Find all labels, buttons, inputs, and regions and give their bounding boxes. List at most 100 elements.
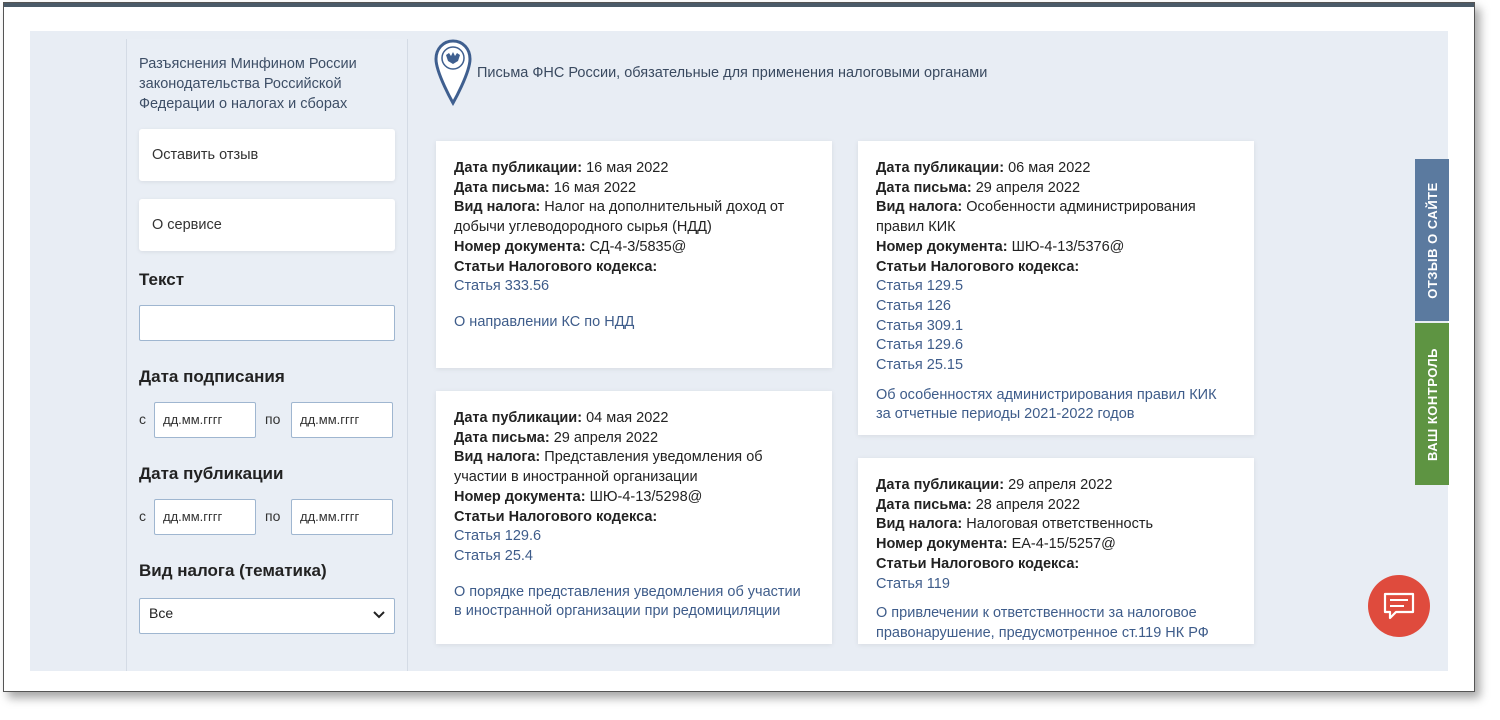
letter-date-label: Дата письма: <box>876 496 972 513</box>
letter-description-link[interactable]: О порядке представления уведомления об у… <box>454 583 814 622</box>
doc-number-label: Номер документа: <box>876 536 1008 553</box>
text-filter-label: Текст <box>139 270 185 289</box>
article-link[interactable]: Статья 25.4 <box>454 547 814 567</box>
articles-label-text: Статьи Налогового кодекса: <box>454 258 658 275</box>
tax-type-value-cont: правил КИК <box>876 219 956 236</box>
article-link[interactable]: Статья 129.6 <box>454 527 814 547</box>
articles-label: Статьи Налогового кодекса: <box>454 508 814 528</box>
article-link[interactable]: Статья 119 <box>876 575 1236 595</box>
letter-date-value: 29 апреля 2022 <box>553 429 659 446</box>
doc-number-row: Номер документа: СД-4-3/5835@ <box>454 238 814 258</box>
tax-type-label: Вид налога (тематика) <box>139 561 327 580</box>
chat-bubble-icon <box>1383 592 1415 620</box>
pub-date-value: 16 мая 2022 <box>586 160 669 176</box>
tax-type-value-cont: участии в иностранной организации <box>454 469 698 486</box>
article-link[interactable]: Статья 25.15 <box>876 356 1236 376</box>
pub-date-row: Дата публикации: 06 мая 2022 <box>876 159 1236 179</box>
fns-emblem-pin-icon <box>434 39 472 107</box>
tax-type-row: Вид налога: Особенности администрировани… <box>876 198 1236 218</box>
publication-date-from-input[interactable]: дд.мм.гггг <box>154 499 256 535</box>
to-label: по <box>265 411 281 427</box>
description-line: за отчетные периоды 2021-2022 годов <box>876 406 1135 423</box>
letter-description-link[interactable]: О привлечении к ответственности за налог… <box>876 604 1236 643</box>
your-control-tab-label: ВАШ КОНТРОЛЬ <box>1424 347 1440 461</box>
page-header-title: Письма ФНС России, обязательные для прим… <box>477 65 988 81</box>
description-line: правонарушение, предусмотренное ст.119 Н… <box>876 624 1209 641</box>
leave-feedback-button[interactable]: Оставить отзыв <box>139 129 395 181</box>
articles-label-text: Статьи Налогового кодекса: <box>454 508 658 525</box>
article-link[interactable]: Статья 129.5 <box>876 277 1236 297</box>
doc-number-value: ЕА-4-15/5257@ <box>1011 536 1116 553</box>
pub-date-value: 04 мая 2022 <box>586 410 669 426</box>
doc-number-label: Номер документа: <box>876 238 1008 255</box>
doc-number-value: ШЮ-4-13/5298@ <box>589 488 703 505</box>
articles-label: Статьи Налогового кодекса: <box>876 258 1236 278</box>
site-feedback-tab-label: ОТЗЫВ О САЙТЕ <box>1424 181 1440 299</box>
description-line: О привлечении к ответственности за налог… <box>876 605 1197 622</box>
pub-date-row: Дата публикации: 29 апреля 2022 <box>876 476 1236 496</box>
letter-description-link[interactable]: Об особенностях администрирования правил… <box>876 386 1236 425</box>
tax-type-value-cont: добычи углеводородного сырья (НДД) <box>454 219 712 236</box>
articles-label: Статьи Налогового кодекса: <box>454 258 814 278</box>
letter-date-row: Дата письма: 16 мая 2022 <box>454 179 814 199</box>
letter-card[interactable]: Дата публикации: 16 мая 2022 Дата письма… <box>436 141 832 368</box>
letter-date-label: Дата письма: <box>454 429 550 446</box>
description-line: Об особенностях администрирования правил… <box>876 386 1217 403</box>
pub-date-label: Дата публикации: <box>454 160 583 176</box>
sidebar-title: Разъяснения Минфином России законодатель… <box>139 56 357 112</box>
pub-date-row: Дата публикации: 16 мая 2022 <box>454 159 814 179</box>
tax-type-row: Вид налога: Налог на дополнительный дохо… <box>454 198 814 218</box>
pub-date-label: Дата публикации: <box>876 160 1005 176</box>
doc-number-label: Номер документа: <box>454 238 586 255</box>
pub-date-label: Дата публикации: <box>876 477 1005 493</box>
doc-number-row: Номер документа: ШЮ-4-13/5376@ <box>876 238 1236 258</box>
letter-date-row: Дата письма: 29 апреля 2022 <box>454 429 814 449</box>
letter-card[interactable]: Дата публикации: 29 апреля 2022 Дата пис… <box>858 458 1254 644</box>
article-link[interactable]: Статья 309.1 <box>876 317 1236 337</box>
site-feedback-tab[interactable]: ОТЗЫВ О САЙТЕ <box>1415 159 1449 321</box>
articles-label: Статьи Налогового кодекса: <box>876 555 1236 575</box>
articles-label-text: Статьи Налогового кодекса: <box>876 258 1080 275</box>
doc-number-label: Номер документа: <box>454 488 586 505</box>
tax-type-row: Вид налога: Налоговая ответственность <box>876 515 1236 535</box>
article-link[interactable]: Статья 333.56 <box>454 277 814 297</box>
pub-date-value: 06 мая 2022 <box>1008 160 1091 176</box>
description-line: О порядке представления уведомления об у… <box>454 583 801 600</box>
letter-date-label: Дата письма: <box>454 179 550 196</box>
chat-button[interactable] <box>1368 575 1430 637</box>
letter-date-value: 29 апреля 2022 <box>975 179 1081 196</box>
doc-number-row: Номер документа: ЕА-4-15/5257@ <box>876 535 1236 555</box>
your-control-tab[interactable]: ВАШ КОНТРОЛЬ <box>1415 323 1449 485</box>
to-label: по <box>265 508 281 524</box>
about-service-button[interactable]: О сервисе <box>139 199 395 251</box>
top-bar <box>4 3 1474 7</box>
sidebar: Разъяснения Минфином России законодатель… <box>126 39 408 671</box>
tax-type-value: Налоговая ответственность <box>966 516 1154 533</box>
article-link[interactable]: Статья 129.6 <box>876 336 1236 356</box>
screenshot-frame: Разъяснения Минфином России законодатель… <box>3 2 1475 692</box>
pub-date-value: 29 апреля 2022 <box>1008 477 1113 493</box>
tax-type-select[interactable]: Все <box>139 598 395 634</box>
letter-card[interactable]: Дата публикации: 04 мая 2022 Дата письма… <box>436 391 832 644</box>
from-label: с <box>139 508 146 524</box>
article-link[interactable]: Статья 126 <box>876 297 1236 317</box>
doc-number-value: СД-4-3/5835@ <box>589 238 687 255</box>
publication-date-to-input[interactable]: дд.мм.гггг <box>291 499 393 535</box>
letter-date-row: Дата письма: 28 апреля 2022 <box>876 496 1236 516</box>
pub-date-row: Дата публикации: 04 мая 2022 <box>454 409 814 429</box>
letter-card[interactable]: Дата публикации: 06 мая 2022 Дата письма… <box>858 141 1254 435</box>
signing-date-to-input[interactable]: дд.мм.гггг <box>291 402 393 438</box>
doc-number-value: ШЮ-4-13/5376@ <box>1011 238 1125 255</box>
text-search-input[interactable] <box>139 305 395 341</box>
tax-type-value: Особенности администрирования <box>966 199 1196 216</box>
letter-description-link[interactable]: О направлении КС по НДД <box>454 313 814 333</box>
tax-type-field-label: Вид налога: <box>454 199 541 216</box>
signing-date-range: с дд.мм.гггг по дд.мм.гггг <box>139 402 399 438</box>
tax-type-selected-value: Все <box>149 605 174 621</box>
tax-type-value: Представления уведомления об <box>544 449 763 466</box>
tax-type-value: Налог на дополнительный доход от <box>544 199 785 216</box>
description-line: в иностранной организации при редомициля… <box>454 603 781 620</box>
description-line: О направлении КС по НДД <box>454 313 635 330</box>
tax-type-field-label: Вид налога: <box>454 449 541 466</box>
signing-date-from-input[interactable]: дд.мм.гггг <box>154 402 256 438</box>
